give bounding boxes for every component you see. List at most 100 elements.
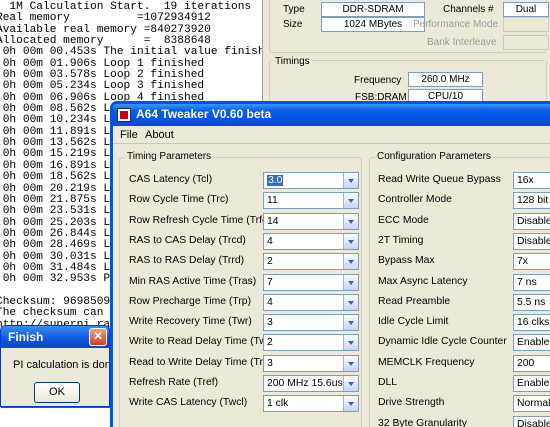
- menu-about[interactable]: About: [145, 129, 174, 141]
- config-row-value: Enable: [517, 378, 550, 389]
- timing-row-label: Row Cycle Time (Trc): [129, 194, 229, 206]
- timing-row-value: 1 clk: [267, 398, 289, 410]
- dropdown-arrow-icon[interactable]: [343, 193, 358, 209]
- dropdown-arrow-icon[interactable]: [343, 335, 358, 351]
- config-row-value: 7x: [517, 256, 528, 268]
- a64-tweaker-window: A64 Tweaker V0.60 beta File About Timing…: [110, 101, 550, 427]
- timings-legend: Timings: [273, 56, 312, 67]
- timing-row-select[interactable]: 2: [263, 253, 359, 271]
- timing-row-label: Row Precharge Time (Trp): [129, 295, 252, 307]
- timing-row-value: 3: [267, 357, 273, 369]
- a64-titlebar[interactable]: A64 Tweaker V0.60 beta: [113, 104, 550, 126]
- timing-row-select[interactable]: 1 clk: [263, 395, 359, 413]
- memory-size-label: Size: [283, 19, 303, 30]
- bank-interleave-value: [503, 35, 549, 50]
- dropdown-arrow-icon[interactable]: [343, 213, 358, 229]
- channels-label: Channels #: [443, 4, 494, 15]
- config-row-value: Enable: [517, 337, 550, 349]
- config-row-select[interactable]: 5.5 ns: [513, 293, 550, 311]
- dropdown-arrow-icon[interactable]: [343, 254, 358, 270]
- menu-file[interactable]: File: [120, 129, 138, 141]
- finish-dialog-title: Finish: [8, 330, 44, 344]
- finish-dialog: Finish ✕ PI calculation is done! OK: [0, 325, 110, 407]
- timing-row-value: 11: [267, 195, 278, 207]
- timing-row-label: Read to Write Delay Time (Trtw): [129, 356, 277, 368]
- config-row-select[interactable]: Normal: [513, 395, 550, 413]
- timing-row-label: Write to Read Delay Time (Twtr): [129, 336, 277, 348]
- timing-row-label: Refresh Rate (Tref): [129, 377, 219, 388]
- config-row-select[interactable]: Disable: [513, 415, 550, 427]
- timing-row-value: 2: [267, 337, 273, 349]
- timing-row-label: CAS Latency (Tcl): [129, 174, 213, 185]
- config-row-label: Dynamic Idle Cycle Counter: [378, 336, 507, 348]
- bank-interleave-label: Bank Interleave: [427, 37, 497, 48]
- config-row-label: Idle Cycle Limit: [378, 316, 449, 328]
- a64-title: A64 Tweaker V0.60 beta: [136, 107, 272, 121]
- config-row-value: Disable: [517, 418, 550, 427]
- dropdown-arrow-icon[interactable]: [343, 315, 358, 331]
- close-icon[interactable]: ✕: [89, 328, 107, 346]
- config-row-select[interactable]: Disable: [513, 232, 550, 250]
- dropdown-arrow-icon[interactable]: [343, 233, 358, 249]
- app-icon: [117, 108, 131, 122]
- timing-parameters-legend: Timing Parameters: [125, 151, 214, 162]
- config-row-select[interactable]: 128 bit: [513, 192, 550, 210]
- dropdown-arrow-icon[interactable]: [343, 274, 358, 290]
- performance-mode-label: Performance Mode: [413, 19, 499, 30]
- timing-row-select[interactable]: 11: [263, 192, 359, 210]
- config-row-value: 200: [517, 357, 535, 369]
- timing-row-select[interactable]: 3: [263, 314, 359, 332]
- config-row-value: Disable: [517, 235, 550, 247]
- timing-row-value: 7: [267, 276, 273, 288]
- config-row-select[interactable]: 16 clks: [513, 314, 550, 332]
- timing-row-label: RAS to CAS Delay (Trcd): [129, 234, 246, 246]
- config-row-value: Disable: [517, 215, 550, 227]
- timing-row-select[interactable]: 7: [263, 273, 359, 291]
- timing-row-label: Row Refresh Cycle Time (Trfc): [129, 214, 271, 226]
- config-row-value: Normal: [517, 398, 550, 410]
- config-row-label: Max Async Latency: [378, 275, 468, 287]
- ok-button[interactable]: OK: [34, 382, 80, 403]
- timing-row-label: Write Recovery Time (Twr): [129, 316, 252, 328]
- config-row-label: Read Preamble: [378, 295, 451, 307]
- timing-row-select[interactable]: 200 MHz 15.6us: [263, 375, 359, 392]
- performance-mode-value: [503, 17, 549, 32]
- memory-type-value: DDR-SDRAM: [321, 2, 425, 17]
- timing-row-label: RAS to RAS Delay (Trrd): [129, 255, 245, 267]
- timing-row-label: Min RAS Active Time (Tras): [129, 275, 257, 287]
- channels-value: Dual: [503, 2, 549, 17]
- timing-row-value: 4: [267, 235, 273, 247]
- timing-row-select[interactable]: 4: [263, 293, 359, 311]
- finish-dialog-titlebar[interactable]: Finish ✕: [1, 326, 109, 348]
- timing-row-select[interactable]: 3.0: [263, 172, 359, 189]
- config-row-select[interactable]: Disable: [513, 212, 550, 230]
- dropdown-arrow-icon[interactable]: [343, 173, 358, 188]
- config-row-select[interactable]: Enable: [513, 334, 550, 352]
- dropdown-arrow-icon[interactable]: [343, 376, 358, 391]
- config-row-select[interactable]: 7 ns: [513, 273, 550, 291]
- configuration-parameters-legend: Configuration Parameters: [375, 151, 493, 162]
- config-row-select[interactable]: Enable: [513, 375, 550, 392]
- config-row-select[interactable]: 16x: [513, 172, 550, 189]
- config-row-select[interactable]: 200: [513, 354, 550, 372]
- memory-type-label: Type: [283, 4, 305, 15]
- config-row-value: 128 bit: [517, 195, 549, 207]
- frequency-value: 260.0 MHz: [408, 72, 483, 87]
- timing-row-select[interactable]: 3: [263, 354, 359, 372]
- dropdown-arrow-icon[interactable]: [343, 355, 358, 371]
- timing-row-label: Write CAS Latency (Twcl): [129, 397, 248, 409]
- menubar: File About: [113, 126, 550, 144]
- timing-row-select[interactable]: 14: [263, 212, 359, 230]
- config-row-label: ECC Mode: [378, 214, 429, 226]
- dropdown-arrow-icon[interactable]: [343, 396, 358, 412]
- timing-row-select[interactable]: 2: [263, 334, 359, 352]
- timing-row-value: 3.0: [267, 175, 284, 186]
- config-row-label: Bypass Max: [378, 255, 435, 267]
- config-row-label: Drive Strength: [378, 397, 445, 409]
- dropdown-arrow-icon[interactable]: [343, 294, 358, 310]
- config-row-select[interactable]: 7x: [513, 253, 550, 271]
- timing-row-select[interactable]: 4: [263, 232, 359, 250]
- config-row-value: 7 ns: [517, 276, 537, 288]
- config-row-label: 32 Byte Granularity: [378, 417, 467, 427]
- timing-row-value: 2: [267, 256, 273, 268]
